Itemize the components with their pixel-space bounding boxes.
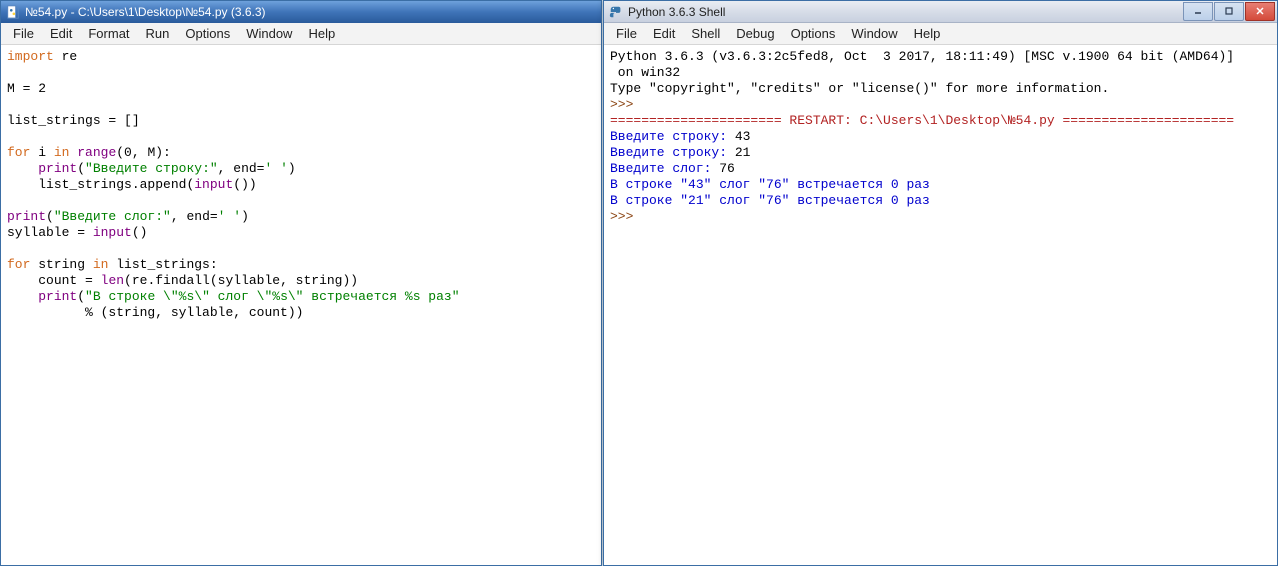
code-text: , end= [218,161,265,176]
shell-title: Python 3.6.3 Shell [628,5,1182,19]
editor-window: №54.py - C:\Users\1\Desktop\№54.py (3.6.… [0,0,602,566]
editor-code-area[interactable]: import re M = 2 list_strings = [] for i … [1,45,601,565]
code-kw: in [93,257,109,272]
code-text: count = [38,273,100,288]
code-text: M = 2 [7,81,46,96]
shell-menu-help[interactable]: Help [906,24,949,43]
python-file-icon [5,4,21,20]
code-builtin: input [194,177,233,192]
code-kw: for [7,145,30,160]
editor-menubar: File Edit Format Run Options Window Help [1,23,601,45]
code-builtin: range [77,145,116,160]
code-kw: for [7,257,30,272]
code-indent [7,273,38,288]
code-string: ' ' [264,161,287,176]
code-text: () [132,225,148,240]
shell-menu-file[interactable]: File [608,24,645,43]
shell-window: Python 3.6.3 Shell File Edit Shell Debug… [603,0,1278,566]
shell-program-output: Введите слог: [610,161,719,176]
code-builtin: print [38,161,77,176]
code-string: "В строке \"%s\" слог \"%s\" встречается… [85,289,459,304]
code-text: string [30,257,92,272]
code-builtin: print [38,289,77,304]
shell-user-input: 76 [719,161,735,176]
code-text: list_strings.append( [38,177,194,192]
code-builtin: print [7,209,46,224]
code-text: list_strings = [] [7,113,140,128]
shell-menu-options[interactable]: Options [783,24,844,43]
code-string: "Введите слог:" [54,209,171,224]
shell-menu-debug[interactable]: Debug [728,24,782,43]
code-kw: import [7,49,54,64]
shell-banner: Type "copyright", "credits" or "license(… [610,81,1109,96]
code-text: ( [77,161,85,176]
code-text: % (string, syllable, count)) [85,305,303,320]
code-indent [7,305,85,320]
code-text: ( [46,209,54,224]
shell-prompt: >>> [610,209,641,224]
code-indent [7,161,38,176]
shell-program-output: Введите строку: [610,129,735,144]
code-text: syllable = [7,225,93,240]
shell-menubar: File Edit Shell Debug Options Window Hel… [604,23,1277,45]
menu-format[interactable]: Format [80,24,137,43]
code-text: , end= [171,209,218,224]
menu-run[interactable]: Run [138,24,178,43]
code-text: list_strings: [108,257,217,272]
code-string: ' ' [218,209,241,224]
code-text: ) [241,209,249,224]
menu-file[interactable]: File [5,24,42,43]
editor-title: №54.py - C:\Users\1\Desktop\№54.py (3.6.… [25,5,601,19]
code-text: ( [77,289,85,304]
editor-titlebar[interactable]: №54.py - C:\Users\1\Desktop\№54.py (3.6.… [1,1,601,23]
code-string: "Введите строку:" [85,161,218,176]
code-text: ) [288,161,296,176]
code-text: (0, M): [116,145,171,160]
code-indent [7,289,38,304]
code-indent [7,177,38,192]
shell-menu-window[interactable]: Window [843,24,905,43]
python-shell-icon [608,4,624,20]
shell-user-input: 21 [735,145,751,160]
shell-banner: on win32 [610,65,680,80]
shell-restart: ====================== RESTART: C:\Users… [610,113,1234,128]
shell-program-output: Введите строку: [610,145,735,160]
shell-titlebar[interactable]: Python 3.6.3 Shell [604,1,1277,23]
code-kw: in [54,145,70,160]
shell-output-area[interactable]: Python 3.6.3 (v3.6.3:2c5fed8, Oct 3 2017… [604,45,1277,565]
code-text: (re.findall(syllable, string)) [124,273,358,288]
code-text: ()) [233,177,256,192]
minimize-button[interactable] [1183,2,1213,21]
code-builtin: input [93,225,132,240]
shell-prompt: >>> [610,97,641,112]
maximize-button[interactable] [1214,2,1244,21]
code-text: i [30,145,53,160]
code-builtin: len [101,273,124,288]
shell-program-output: В строке "43" слог "76" встречается 0 ра… [610,177,930,192]
menu-help[interactable]: Help [300,24,343,43]
menu-edit[interactable]: Edit [42,24,80,43]
shell-banner: Python 3.6.3 (v3.6.3:2c5fed8, Oct 3 2017… [610,49,1234,64]
code-text: re [54,49,77,64]
menu-options[interactable]: Options [177,24,238,43]
menu-window[interactable]: Window [238,24,300,43]
shell-program-output: В строке "21" слог "76" встречается 0 ра… [610,193,930,208]
shell-menu-shell[interactable]: Shell [683,24,728,43]
shell-menu-edit[interactable]: Edit [645,24,683,43]
close-button[interactable] [1245,2,1275,21]
window-controls [1182,2,1275,22]
shell-user-input: 43 [735,129,751,144]
